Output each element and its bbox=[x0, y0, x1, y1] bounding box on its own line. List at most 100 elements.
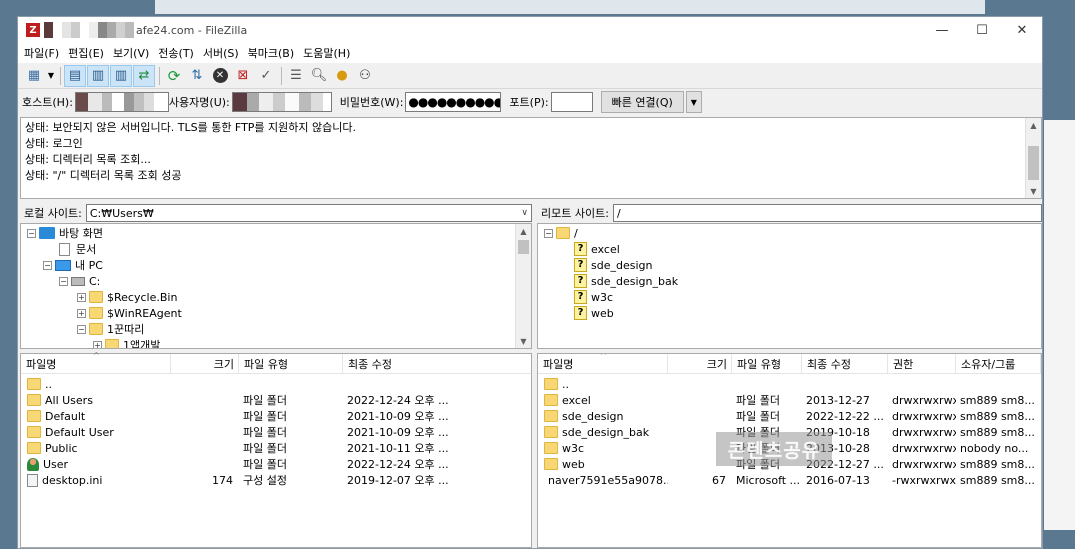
minimize-button[interactable]: — bbox=[922, 17, 962, 43]
tree-item-excel[interactable]: ? excel bbox=[574, 241, 620, 257]
list-item[interactable]: naver7591e55a9078... 67 Microsoft ... 20… bbox=[540, 472, 1041, 488]
scroll-up-icon[interactable]: ▲ bbox=[516, 224, 531, 238]
user-icon bbox=[27, 457, 39, 471]
column-modified[interactable]: 최종 수정 bbox=[343, 354, 531, 374]
tree-label: excel bbox=[591, 242, 620, 256]
scroll-down-icon[interactable]: ▼ bbox=[1026, 184, 1041, 198]
tree-item-desktop[interactable]: − 바탕 화면 bbox=[27, 225, 103, 241]
password-input[interactable]: ●●●●●●●●●● bbox=[405, 92, 502, 112]
log-line: 상태: 보안되지 않은 서버입니다. TLS를 통한 FTP를 지원하지 않습니… bbox=[25, 121, 356, 134]
sync-browse-icon[interactable]: ● bbox=[331, 65, 353, 87]
column-permissions[interactable]: 권한 bbox=[888, 354, 956, 374]
menu-file[interactable]: 파일(F) bbox=[24, 45, 59, 61]
expand-icon[interactable]: + bbox=[77, 292, 86, 302]
file-modified: 2021-10-09 오후 ... bbox=[347, 410, 449, 423]
list-item[interactable]: desktop.ini 174 구성 설정 2019-12-07 오후 ... bbox=[23, 472, 531, 488]
tree-item-folder-app[interactable]: + 1앱개발 bbox=[93, 337, 160, 348]
collapse-icon[interactable]: − bbox=[77, 324, 86, 334]
tree-label: $Recycle.Bin bbox=[107, 290, 178, 304]
list-item[interactable]: excel 파일 폴더 2013-12-27 drwxrwxrwx sm889 … bbox=[540, 392, 1041, 408]
user-label: 사용자명(U): bbox=[168, 96, 230, 109]
host-input[interactable] bbox=[74, 92, 169, 112]
file-type: 파일 폴더 bbox=[736, 410, 780, 423]
file-type: 구성 설정 bbox=[243, 474, 287, 487]
list-item[interactable]: Default User 파일 폴더 2021-10-09 오후 ... bbox=[23, 424, 531, 440]
process-queue-icon[interactable]: ⇅ bbox=[186, 65, 208, 87]
close-button[interactable]: ✕ bbox=[1002, 17, 1042, 43]
chevron-down-icon[interactable]: ∨ bbox=[521, 208, 528, 218]
tree-item-this-pc[interactable]: − 내 PC bbox=[43, 257, 103, 273]
list-item[interactable]: Public 파일 폴더 2021-10-11 오후 ... bbox=[23, 440, 531, 456]
scroll-thumb[interactable] bbox=[518, 240, 529, 254]
tree-item-root[interactable]: − / bbox=[544, 225, 578, 241]
disconnect-icon[interactable]: ⊠ bbox=[232, 65, 254, 87]
menu-bookmarks[interactable]: 북마크(B) bbox=[248, 45, 295, 61]
maximize-button[interactable]: ☐ bbox=[962, 17, 1002, 43]
remote-path-input[interactable]: / bbox=[612, 204, 1042, 222]
toggle-log-icon[interactable]: ▤ bbox=[64, 64, 86, 87]
tree-item-w3c[interactable]: ? w3c bbox=[574, 289, 613, 305]
collapse-icon[interactable]: − bbox=[59, 276, 68, 286]
tree-item-winreagent[interactable]: + $WinREAgent bbox=[77, 305, 182, 321]
column-size[interactable]: 크기 bbox=[171, 353, 239, 374]
menu-transfer[interactable]: 전송(T) bbox=[158, 45, 194, 61]
user-input[interactable] bbox=[231, 92, 332, 112]
compare-icon[interactable]: 🔍︎ bbox=[308, 65, 330, 87]
tree-item-folder-1[interactable]: − 1꾼따리 bbox=[77, 321, 144, 337]
quickconnect-button[interactable]: 빠른 연결(Q) bbox=[600, 91, 684, 113]
toolbar-separator bbox=[281, 66, 282, 85]
tree-item-sde-design-bak[interactable]: ? sde_design_bak bbox=[574, 273, 678, 289]
list-item[interactable]: All Users 파일 폴더 2022-12-24 오후 ... bbox=[23, 392, 531, 408]
port-input[interactable] bbox=[550, 92, 593, 112]
column-size[interactable]: 크기 bbox=[668, 354, 732, 374]
toggle-local-tree-icon[interactable]: ▥ bbox=[87, 64, 109, 87]
menu-edit[interactable]: 편집(E) bbox=[68, 45, 104, 61]
refresh-icon[interactable]: ⟳ bbox=[163, 65, 185, 87]
reconnect-icon[interactable]: ✓ bbox=[255, 65, 277, 87]
column-modified[interactable]: 최종 수정 bbox=[802, 354, 888, 374]
collapse-icon[interactable]: − bbox=[27, 228, 36, 238]
column-type[interactable]: 파일 유형 bbox=[239, 353, 343, 374]
menu-server[interactable]: 서버(S) bbox=[203, 45, 239, 61]
collapse-icon[interactable]: − bbox=[544, 228, 553, 238]
column-owner[interactable]: 소유자/그룹 bbox=[956, 354, 1041, 374]
tree-item-documents[interactable]: 문서 bbox=[59, 241, 96, 257]
tree-label: 내 PC bbox=[75, 259, 103, 272]
file-type: 파일 폴더 bbox=[243, 458, 287, 471]
collapse-icon[interactable]: − bbox=[43, 260, 52, 270]
expand-icon[interactable]: + bbox=[93, 340, 102, 348]
cancel-icon[interactable]: ✕ bbox=[209, 65, 231, 87]
filter-icon[interactable]: ☰ bbox=[285, 65, 307, 87]
list-item-parent[interactable]: .. bbox=[540, 376, 569, 392]
dropdown-icon[interactable]: ▼ bbox=[46, 65, 56, 87]
toggle-queue-icon[interactable]: ⇄ bbox=[133, 64, 155, 87]
local-path-input[interactable]: C:₩Users₩ ∨ bbox=[85, 204, 532, 222]
expand-icon[interactable]: + bbox=[77, 308, 86, 318]
toggle-remote-tree-icon[interactable]: ▥ bbox=[110, 64, 132, 87]
list-item[interactable]: User 파일 폴더 2022-12-24 오후 ... bbox=[23, 456, 531, 472]
quickconnect-history-dropdown[interactable]: ▼ bbox=[685, 91, 702, 113]
scroll-thumb[interactable] bbox=[1028, 146, 1039, 180]
folder-icon bbox=[544, 394, 558, 406]
search-icon[interactable]: ⚇ bbox=[354, 65, 376, 87]
tree-item-sde-design[interactable]: ? sde_design bbox=[574, 257, 652, 273]
site-manager-icon[interactable]: ▦ bbox=[23, 65, 45, 87]
tree-item-drive-c[interactable]: − C: bbox=[59, 273, 100, 289]
menu-view[interactable]: 보기(V) bbox=[113, 45, 149, 61]
tree-item-web[interactable]: ? web bbox=[574, 305, 614, 321]
list-item[interactable]: Default 파일 폴더 2021-10-09 오후 ... bbox=[23, 408, 531, 424]
column-name[interactable]: 파일명 ^ bbox=[21, 351, 171, 374]
file-name: .. bbox=[45, 377, 52, 391]
list-item[interactable]: sde_design 파일 폴더 2022-12-22 ... drwxrwxr… bbox=[540, 408, 1041, 424]
menu-help[interactable]: 도움말(H) bbox=[303, 45, 350, 61]
column-type[interactable]: 파일 유형 bbox=[732, 354, 802, 374]
scroll-down-icon[interactable]: ▼ bbox=[516, 334, 531, 348]
log-line: 상태: "/" 디렉터리 목록 조회 성공 bbox=[25, 169, 182, 182]
log-scrollbar[interactable]: ▲ ▼ bbox=[1025, 118, 1041, 198]
local-tree-scrollbar[interactable]: ▲ ▼ bbox=[515, 224, 531, 348]
column-name[interactable]: 파일명 ^ bbox=[538, 354, 668, 374]
list-item-parent[interactable]: .. bbox=[23, 376, 52, 392]
scroll-up-icon[interactable]: ▲ bbox=[1026, 118, 1041, 132]
tree-item-recycle-bin[interactable]: + $Recycle.Bin bbox=[77, 289, 177, 305]
folder-icon bbox=[27, 410, 41, 422]
